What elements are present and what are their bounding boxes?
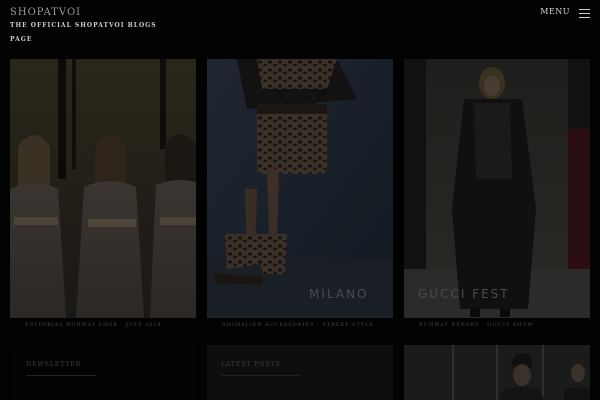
widget-card-1: NEWSLETTER [10, 345, 196, 400]
post-overlay-2: MILANO [309, 287, 369, 301]
post-card-4[interactable] [404, 345, 590, 400]
post-caption-3[interactable]: RUNWAY REPORT · GUCCI SHOW [419, 322, 534, 328]
hamburger-icon[interactable] [579, 9, 590, 21]
widget-title-2: LATEST POSTS [221, 361, 281, 368]
post-image-leopard-bag [207, 59, 393, 318]
post-caption-2[interactable]: ANIMALIER ACCESSORIES · STREET STYLE [222, 322, 374, 328]
site-header: SHOPATVOI THE OFFICIAL SHOPATVOI BLOGS P… [0, 0, 600, 52]
tagline-line-1: THE OFFICIAL SHOPATVOI BLOGS [10, 22, 157, 29]
widget-divider-2 [221, 375, 301, 376]
widget-divider-1 [26, 375, 96, 376]
tagline-line-2: PAGE [10, 36, 33, 43]
post-image-runway-coat [404, 59, 590, 318]
post-image-portraits [404, 345, 590, 400]
post-caption-1[interactable]: EDITORIAL RUNWAY LOOK · JULY 2014 [25, 322, 162, 328]
post-card-2[interactable]: MILANO [207, 59, 393, 318]
site-logo[interactable]: SHOPATVOI [10, 7, 81, 18]
menu-button[interactable]: MENU [540, 7, 570, 16]
site-tagline: THE OFFICIAL SHOPATVOI BLOGS PAGE [10, 19, 157, 47]
widget-card-2: LATEST POSTS [207, 345, 393, 400]
post-overlay-3: GUCCI FEST [418, 287, 510, 301]
post-card-3[interactable]: GUCCI FEST [404, 59, 590, 318]
widget-title-1: NEWSLETTER [26, 361, 82, 368]
post-image-runway-models [10, 59, 196, 318]
post-card-1[interactable] [10, 59, 196, 318]
